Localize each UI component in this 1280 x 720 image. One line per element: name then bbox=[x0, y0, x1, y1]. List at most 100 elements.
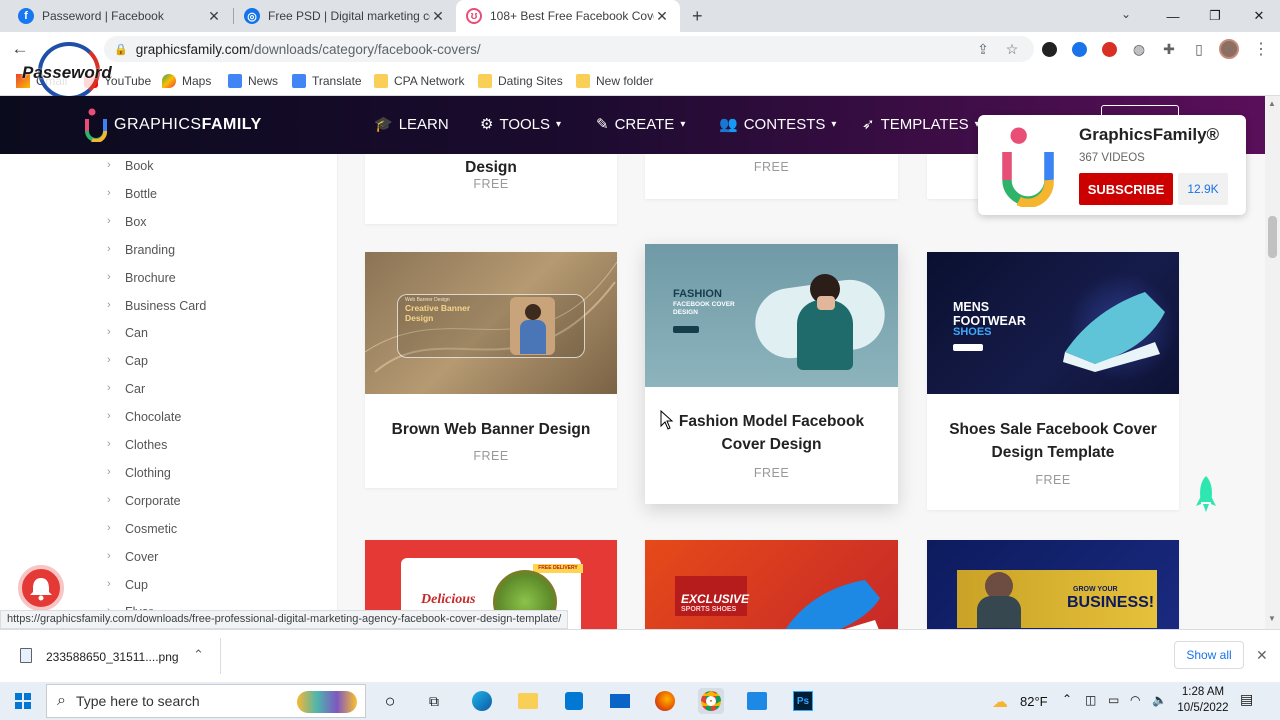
scrollbar-thumb[interactable] bbox=[1268, 216, 1277, 258]
task-view-icon[interactable]: ⧉ bbox=[421, 688, 447, 714]
show-all-button[interactable]: Show all bbox=[1174, 641, 1244, 669]
extension-play-icon[interactable] bbox=[1071, 41, 1087, 57]
card-thumbnail[interactable]: MENS FOOTWEAR SHOES bbox=[927, 252, 1179, 394]
card-thumbnail[interactable]: FASHION FACEBOOK COVER DESIGN bbox=[645, 244, 898, 387]
close-icon[interactable]: ✕ bbox=[1256, 647, 1268, 664]
cortana-icon[interactable]: ○ bbox=[377, 688, 403, 714]
nav-learn[interactable]: 🎓 LEARN bbox=[374, 115, 449, 134]
bookmark-news[interactable]: News bbox=[228, 72, 278, 90]
store-icon[interactable] bbox=[565, 692, 583, 710]
tab-freepik[interactable]: ◎ Free PSD | Digital marketing corp ✕ bbox=[234, 0, 456, 32]
maximize-icon[interactable]: ❐ bbox=[1192, 0, 1238, 32]
nav-contests[interactable]: 👥 CONTESTS ▾ bbox=[719, 115, 836, 134]
extension-k-icon[interactable] bbox=[1041, 41, 1057, 57]
card-title[interactable]: Design bbox=[365, 156, 617, 179]
subscribe-button[interactable]: SUBSCRIBE bbox=[1079, 173, 1173, 205]
weather-icon[interactable]: ☁ bbox=[992, 692, 1008, 712]
photoshop-icon[interactable]: Ps bbox=[793, 691, 813, 711]
sidebar-category-item[interactable]: › Business Card bbox=[107, 299, 206, 313]
sidebar-category-item[interactable]: › Brochure bbox=[107, 271, 176, 285]
bookmark-new-folder[interactable]: New folder bbox=[576, 72, 653, 90]
nav-templates[interactable]: ➶TEMPLATES▾ bbox=[862, 115, 980, 134]
sidepanel-icon[interactable]: ▯ bbox=[1188, 38, 1210, 60]
sidebar-category-item[interactable]: › Chocolate bbox=[107, 410, 181, 424]
sidebar-category-item[interactable]: › Bottle bbox=[107, 187, 157, 201]
sidebar-category-item[interactable]: › Cosmetic bbox=[107, 522, 177, 536]
product-card[interactable]: EXCLUSIVE SPORTS SHOES bbox=[645, 540, 898, 629]
puzzle-icon[interactable]: ✚ bbox=[1158, 38, 1180, 60]
card-title[interactable]: Brown Web Banner Design bbox=[365, 418, 617, 441]
chevron-up-icon[interactable]: ⌃ bbox=[1062, 692, 1072, 706]
rocket-icon[interactable] bbox=[1194, 474, 1218, 514]
taskbar-search[interactable]: ⌕ Type here to search bbox=[46, 684, 366, 718]
tab-graphicsfamily[interactable]: ʊ 108+ Best Free Facebook Cover T ✕ bbox=[456, 0, 680, 32]
address-bar[interactable]: 🔒 graphicsfamily.com/downloads/category/… bbox=[104, 36, 1034, 62]
scroll-down-icon[interactable]: ▼ bbox=[1268, 614, 1276, 623]
new-tab-icon[interactable]: + bbox=[692, 6, 703, 27]
sidebar-category-item[interactable]: › Branding bbox=[107, 243, 175, 257]
clock-date[interactable]: 10/5/2022 bbox=[1174, 702, 1232, 714]
sidebar-category-item[interactable]: › Cup bbox=[107, 578, 148, 592]
bookmark-cpa-network[interactable]: CPA Network bbox=[374, 72, 464, 90]
extension-red-icon[interactable] bbox=[1101, 41, 1117, 57]
network-icon[interactable]: ◫ bbox=[1085, 693, 1096, 707]
sidebar-category-item[interactable]: › Clothes bbox=[107, 438, 167, 452]
volume-icon[interactable]: 🔈 bbox=[1152, 693, 1167, 707]
product-card[interactable]: Design FREE bbox=[365, 154, 617, 224]
close-icon[interactable]: ✕ bbox=[654, 8, 670, 25]
card-title[interactable]: Shoes Sale Facebook Cover Design Templat… bbox=[927, 418, 1179, 464]
download-app-icon[interactable] bbox=[747, 692, 767, 710]
site-logo-text[interactable]: GRAPHICSFAMILY bbox=[114, 116, 262, 134]
wifi-icon[interactable]: ◠ bbox=[1130, 693, 1140, 707]
avatar[interactable] bbox=[1219, 39, 1239, 59]
sidebar-category-item[interactable]: › Can bbox=[107, 326, 148, 340]
edge-icon[interactable] bbox=[472, 691, 492, 711]
sidebar-category-item[interactable]: › Corporate bbox=[107, 494, 181, 508]
notifications-icon[interactable]: ▤ bbox=[1240, 691, 1253, 708]
close-icon[interactable]: ✕ bbox=[430, 8, 446, 25]
minimize-icon[interactable]: — bbox=[1150, 0, 1196, 32]
firefox-icon[interactable] bbox=[655, 691, 675, 711]
star-icon[interactable]: ☆ bbox=[1001, 38, 1023, 60]
chevron-down-icon[interactable]: ⌄ bbox=[1121, 7, 1131, 21]
product-card[interactable]: FREE bbox=[645, 154, 898, 199]
tab-facebook[interactable]: f Passeword | Facebook ✕ bbox=[8, 0, 232, 32]
nav-create[interactable]: ✎ CREATE ▾ bbox=[596, 115, 685, 134]
windows-start-icon[interactable] bbox=[10, 688, 36, 714]
back-icon[interactable]: ← bbox=[9, 38, 31, 60]
file-explorer-icon[interactable] bbox=[518, 693, 538, 709]
battery-icon[interactable]: ▭ bbox=[1108, 693, 1119, 707]
sidebar-category-item[interactable]: › Car bbox=[107, 382, 145, 396]
sidebar-category-item[interactable]: › Clothing bbox=[107, 466, 171, 480]
graphicsfamily-logo-icon[interactable] bbox=[84, 108, 108, 143]
card-thumbnail[interactable]: Web Banner Design Creative Banner Design bbox=[365, 252, 617, 394]
globe-icon[interactable]: ◍ bbox=[1128, 38, 1150, 60]
product-card[interactable]: FASHION FACEBOOK COVER DESIGN Fashion Mo… bbox=[645, 244, 898, 504]
product-card[interactable]: Web Banner Design Creative Banner Design… bbox=[365, 252, 617, 488]
clock-time[interactable]: 1:28 AM bbox=[1178, 686, 1228, 698]
chevron-up-icon[interactable]: ⌃ bbox=[193, 647, 204, 663]
chrome-taskbar-button[interactable] bbox=[698, 688, 724, 714]
scroll-up-icon[interactable]: ▲ bbox=[1268, 99, 1276, 108]
bookmark-maps[interactable]: Maps bbox=[162, 72, 211, 90]
nav-tools[interactable]: ⚙ TOOLS ▾ bbox=[480, 115, 561, 134]
page-scrollbar[interactable]: ▲ ▼ bbox=[1265, 96, 1280, 629]
sidebar-category-item[interactable]: › Box bbox=[107, 215, 147, 229]
menu-icon[interactable]: ⋮ bbox=[1250, 38, 1272, 60]
bookmark-dating-sites[interactable]: Dating Sites bbox=[478, 72, 563, 90]
temperature[interactable]: 82°F bbox=[1020, 694, 1048, 709]
bookmark-translate[interactable]: Translate bbox=[292, 72, 362, 90]
close-icon[interactable]: ✕ bbox=[206, 8, 222, 25]
product-card[interactable]: GROW YOUR BUSINESS! bbox=[927, 540, 1179, 629]
notification-bell-button[interactable] bbox=[18, 565, 64, 611]
mail-icon[interactable] bbox=[610, 694, 630, 708]
card-title[interactable]: Fashion Model Facebook Cover Design bbox=[645, 410, 898, 456]
sidebar-category-item[interactable]: › Book bbox=[107, 159, 154, 173]
sidebar-category-item[interactable]: › Cap bbox=[107, 354, 148, 368]
product-card[interactable]: MENS FOOTWEAR SHOES Shoes Sale Facebook … bbox=[927, 252, 1179, 510]
sidebar-category-item[interactable]: › Cover bbox=[107, 550, 158, 564]
download-filename[interactable]: 233588650_31511....png bbox=[46, 650, 179, 664]
window-close-icon[interactable]: ✕ bbox=[1236, 0, 1280, 32]
share-icon[interactable]: ⇪ bbox=[972, 38, 994, 60]
channel-name[interactable]: GraphicsFamily® bbox=[1079, 125, 1219, 145]
